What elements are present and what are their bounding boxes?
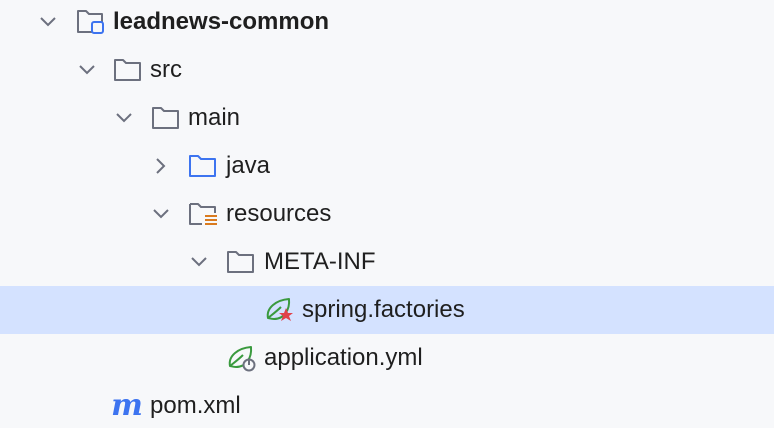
tree-item-label: META-INF	[264, 248, 376, 275]
chevron-down-icon[interactable]	[189, 252, 209, 272]
tree-item-label: pom.xml	[150, 392, 241, 419]
tree-item-label: spring.factories	[302, 296, 465, 323]
tree-row-spring-factories[interactable]: spring.factories	[0, 286, 774, 334]
maven-glyph: m	[111, 388, 143, 423]
tree-row-resources[interactable]: resources	[0, 190, 774, 238]
spring-config-icon	[226, 344, 256, 372]
tree-row-src[interactable]: src	[0, 46, 774, 94]
tree-row-leadnews-common[interactable]: leadnews-common	[0, 0, 774, 46]
source-folder-icon	[188, 152, 218, 180]
project-tree: leadnews-common src main java resources …	[0, 0, 774, 428]
tree-item-label: application.yml	[264, 344, 423, 371]
tree-item-label: main	[188, 104, 241, 131]
tree-row-java[interactable]: java	[0, 142, 774, 190]
tree-row-application-yml[interactable]: application.yml	[0, 334, 774, 382]
folder-icon	[113, 56, 143, 84]
chevron-down-icon[interactable]	[38, 12, 58, 32]
maven-icon: m	[111, 388, 143, 423]
module-folder-icon	[76, 8, 106, 36]
spring-factories-icon	[264, 296, 294, 324]
folder-icon	[226, 248, 256, 276]
tree-item-label: src	[150, 56, 182, 83]
chevron-down-icon[interactable]	[77, 60, 97, 80]
chevron-down-icon[interactable]	[114, 108, 134, 128]
folder-icon	[151, 104, 181, 132]
tree-item-label: resources	[226, 200, 332, 227]
tree-row-meta-inf[interactable]: META-INF	[0, 238, 774, 286]
resources-folder-icon	[188, 200, 218, 228]
chevron-right-icon[interactable]	[151, 156, 171, 176]
tree-item-label: java	[226, 152, 271, 179]
tree-row-main[interactable]: main	[0, 94, 774, 142]
tree-item-label: leadnews-common	[113, 8, 330, 35]
chevron-down-icon[interactable]	[151, 204, 171, 224]
tree-row-pom-xml[interactable]: m pom.xml	[0, 382, 774, 428]
